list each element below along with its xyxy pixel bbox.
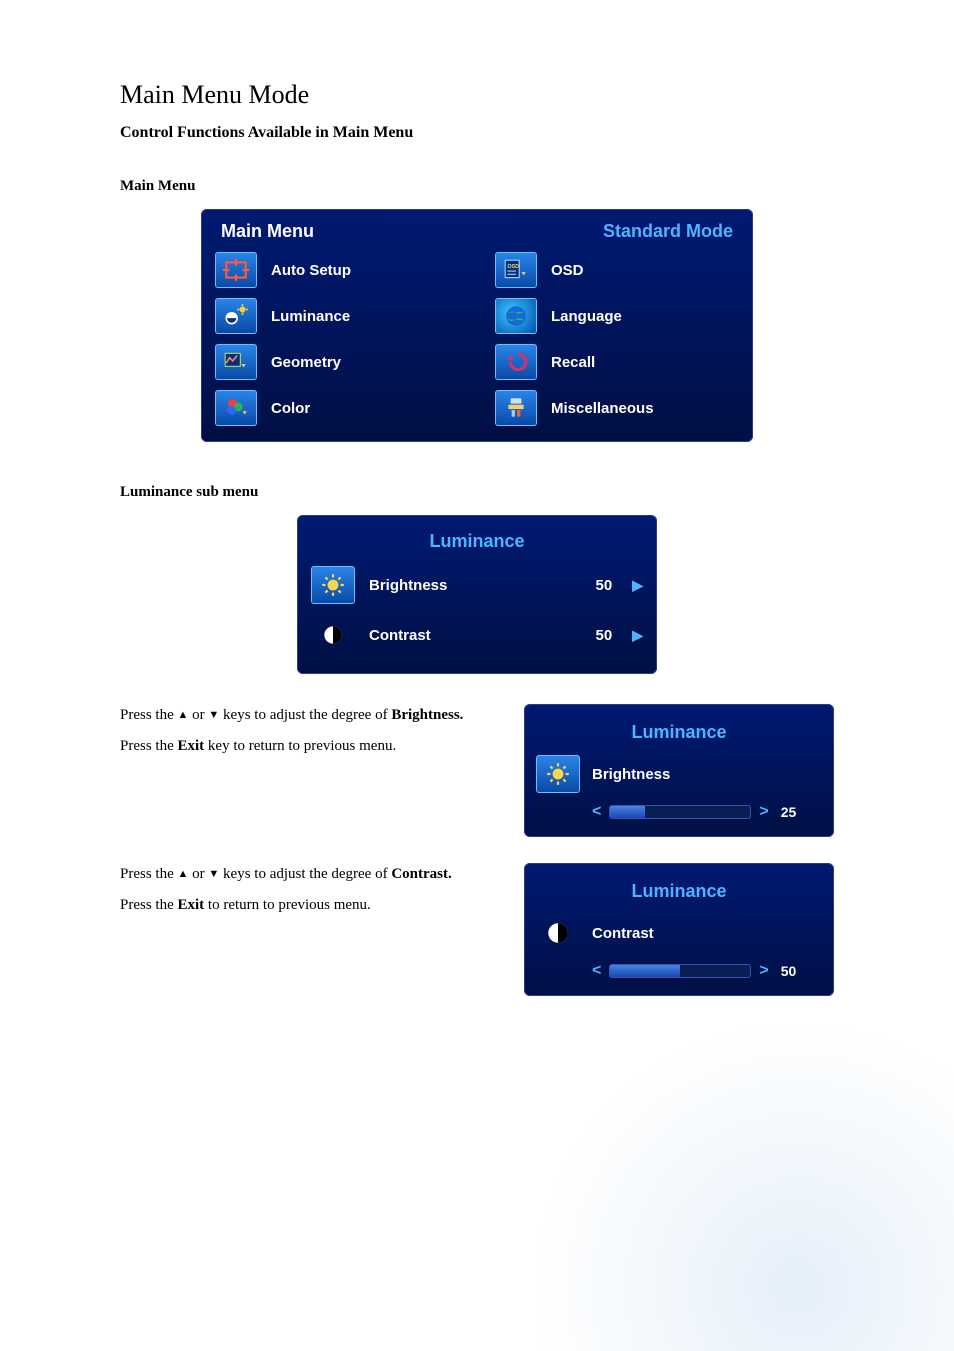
txt: key to return to previous menu. — [204, 738, 396, 754]
txt: keys to adjust the degree of — [223, 707, 391, 723]
main-menu-grid: Auto Setup OSD OSD Luminance Language — [215, 252, 739, 426]
contrast-slider[interactable]: < > 50 — [536, 962, 822, 980]
chevron-right-icon[interactable]: > — [759, 962, 768, 980]
contrast-subject: Contrast. — [391, 866, 451, 882]
txt: to return to previous menu. — [204, 897, 371, 913]
menu-label: Color — [271, 400, 310, 417]
txt: keys to adjust the degree of — [223, 866, 391, 882]
misc-icon — [495, 390, 537, 426]
txt: Press the — [120, 866, 178, 882]
menu-label: Luminance — [271, 308, 350, 325]
geometry-icon — [215, 344, 257, 380]
main-menu-header-left: Main Menu — [221, 221, 314, 242]
luminance-icon — [215, 298, 257, 334]
exit-word: Exit — [178, 897, 205, 913]
lum-contrast-row[interactable]: Contrast 50 ▶ — [307, 610, 647, 660]
section-luminance: Luminance sub menu — [120, 484, 834, 501]
contrast-bar-fill — [610, 965, 680, 977]
brightness-icon — [311, 566, 355, 604]
lum-contrast-value: 50 — [576, 627, 612, 644]
contrast-icon — [536, 914, 580, 952]
contrast-text: Press the ▲ or ▼ keys to adjust the degr… — [120, 863, 500, 926]
contrast-icon — [311, 616, 355, 654]
contrast-adj-label: Contrast — [592, 925, 654, 942]
brightness-adj-title: Luminance — [536, 712, 822, 751]
contrast-bar — [609, 964, 751, 978]
triangle-down-icon: ▼ — [208, 707, 219, 724]
autosetup-icon — [215, 252, 257, 288]
txt: or — [192, 707, 208, 723]
brightness-bar — [609, 805, 751, 819]
contrast-adj-title: Luminance — [536, 871, 822, 910]
contrast-adjust-osd: Luminance Contrast < > 50 — [524, 863, 834, 996]
brightness-bar-fill — [610, 806, 645, 818]
brightness-subject: Brightness. — [391, 707, 463, 723]
chevron-left-icon[interactable]: < — [592, 803, 601, 821]
txt: Press the — [120, 897, 178, 913]
menu-geometry[interactable]: Geometry — [215, 344, 459, 380]
main-menu-osd: Main Menu Standard Mode Auto Setup OSD O… — [201, 209, 753, 442]
txt: Press the — [120, 738, 178, 754]
menu-label: Auto Setup — [271, 262, 351, 279]
main-menu-header: Main Menu Standard Mode — [215, 221, 739, 252]
menu-label: Geometry — [271, 354, 341, 371]
recall-icon — [495, 344, 537, 380]
exit-word: Exit — [178, 738, 205, 754]
page: Main Menu Mode Control Functions Availab… — [0, 0, 954, 996]
menu-language[interactable]: Language — [495, 298, 739, 334]
brightness-icon — [536, 755, 580, 793]
osd-icon: OSD — [495, 252, 537, 288]
brightness-slider[interactable]: < > 25 — [536, 803, 822, 821]
chevron-right-icon[interactable]: > — [759, 803, 768, 821]
menu-recall[interactable]: Recall — [495, 344, 739, 380]
triangle-down-icon: ▼ — [208, 866, 219, 883]
txt: or — [192, 866, 208, 882]
lum-brightness-label: Brightness — [369, 577, 562, 594]
brightness-adj-value: 25 — [781, 804, 797, 820]
txt: Press the — [120, 707, 178, 723]
triangle-up-icon: ▲ — [178, 866, 189, 883]
menu-label: Miscellaneous — [551, 400, 654, 417]
menu-luminance[interactable]: Luminance — [215, 298, 459, 334]
svg-text:OSD: OSD — [507, 264, 519, 270]
color-icon — [215, 390, 257, 426]
chevron-right-icon: ▶ — [632, 627, 643, 644]
section-main-menu: Main Menu — [120, 178, 834, 195]
menu-label: OSD — [551, 262, 584, 279]
luminance-title: Luminance — [307, 521, 647, 560]
globe-icon — [495, 298, 537, 334]
lum-contrast-label: Contrast — [369, 627, 562, 644]
menu-misc[interactable]: Miscellaneous — [495, 390, 739, 426]
contrast-instruction-block: Press the ▲ or ▼ keys to adjust the degr… — [120, 863, 834, 996]
main-menu-header-right: Standard Mode — [603, 221, 733, 242]
menu-auto-setup[interactable]: Auto Setup — [215, 252, 459, 288]
chevron-left-icon[interactable]: < — [592, 962, 601, 980]
brightness-instruction-block: Press the ▲ or ▼ keys to adjust the degr… — [120, 704, 834, 837]
brightness-adj-label: Brightness — [592, 766, 670, 783]
luminance-submenu-osd: Luminance Brightness 50 ▶ Contrast 50 ▶ — [297, 515, 657, 674]
menu-osd[interactable]: OSD OSD — [495, 252, 739, 288]
menu-color[interactable]: Color — [215, 390, 459, 426]
background-accent — [434, 1031, 954, 1351]
brightness-text: Press the ▲ or ▼ keys to adjust the degr… — [120, 704, 500, 767]
contrast-adj-value: 50 — [781, 963, 797, 979]
brightness-adjust-osd: Luminance Brightness < > 25 — [524, 704, 834, 837]
lum-brightness-row[interactable]: Brightness 50 ▶ — [307, 560, 647, 610]
menu-label: Recall — [551, 354, 595, 371]
chevron-right-icon: ▶ — [632, 577, 643, 594]
lum-brightness-value: 50 — [576, 577, 612, 594]
menu-label: Language — [551, 308, 622, 325]
page-subtitle: Control Functions Available in Main Menu — [120, 124, 834, 142]
page-title: Main Menu Mode — [120, 80, 834, 110]
triangle-up-icon: ▲ — [178, 707, 189, 724]
